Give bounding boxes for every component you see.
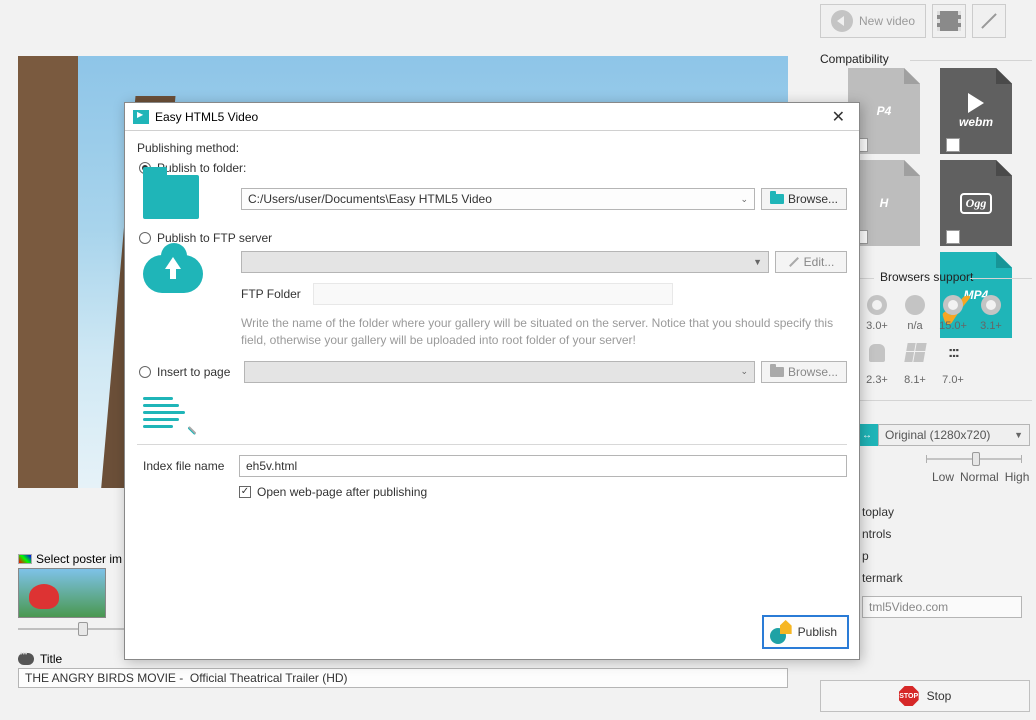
publish-folder-radio[interactable]: Publish to folder: (137, 161, 847, 175)
ie-icon (900, 292, 930, 317)
browser-icons-row-2: ::: (862, 340, 968, 365)
new-video-button[interactable]: New video (820, 4, 926, 38)
watermark-input[interactable] (862, 596, 1022, 618)
quality-slider[interactable] (926, 450, 1022, 460)
dialog-title-text: Easy HTML5 Video (155, 110, 258, 124)
quality-labels: Low Normal High (932, 470, 1029, 484)
browse-page-button: Browse... (761, 361, 847, 383)
film-icon (940, 11, 958, 31)
select-poster-label: Select poster im (36, 552, 122, 566)
title-chip-icon (18, 653, 34, 665)
autoplay-option[interactable]: toplay (862, 505, 903, 519)
title-label: Title (40, 652, 62, 666)
browse-folder-button[interactable]: Browse... (761, 188, 847, 210)
title-input[interactable] (18, 668, 788, 688)
browsers-support-label: Browsers support (880, 270, 973, 284)
compatibility-label: Compatibility (820, 52, 889, 66)
index-file-label: Index file name (143, 459, 233, 473)
pen-icon (981, 13, 997, 29)
film-button[interactable] (932, 4, 966, 38)
publish-icon (770, 620, 792, 644)
options-column: toplay ntrols p termark (862, 505, 903, 585)
title-label-row: Title (18, 652, 62, 666)
folder-icon (143, 175, 199, 219)
ftp-combo: ▼ (241, 251, 769, 273)
publish-ftp-radio[interactable]: Publish to FTP server (137, 231, 847, 245)
app-icon (133, 110, 149, 124)
format-webm-checkbox[interactable] (946, 138, 960, 152)
dialog-titlebar[interactable]: Easy HTML5 Video ✕ (125, 103, 859, 131)
publish-button[interactable]: Publish (762, 615, 849, 649)
insert-to-page-label: Insert to page (157, 365, 230, 379)
arrow-left-icon (831, 10, 853, 32)
new-video-label: New video (859, 14, 915, 28)
browser-icons-row-1 (862, 292, 1006, 317)
opera-icon (938, 292, 968, 317)
cloud-upload-icon (143, 255, 203, 293)
open-after-label: Open web-page after publishing (257, 485, 427, 499)
mini-folder-icon-disabled (770, 367, 784, 377)
pencil-icon (789, 257, 799, 267)
safari-icon (976, 292, 1006, 317)
format-ogg-checkbox[interactable] (946, 230, 960, 244)
size-combo[interactable]: Original (1280x720)▼ (878, 424, 1030, 446)
insert-page-combo: ⌄ (244, 361, 755, 383)
open-after-checkbox-row[interactable]: ✓ Open web-page after publishing (137, 485, 847, 499)
chrome-icon (862, 292, 892, 317)
stop-label: Stop (927, 689, 952, 703)
format-webm[interactable]: webm (936, 68, 1016, 154)
select-poster-row: Select poster im (18, 552, 122, 566)
close-icon[interactable]: ✕ (826, 107, 851, 127)
publish-folder-label: Publish to folder: (157, 161, 246, 175)
page-lines-icon (143, 389, 193, 432)
poster-thumb[interactable] (18, 568, 106, 618)
android-icon (862, 340, 892, 365)
size-row: ↔ Original (1280x720)▼ (856, 424, 1030, 446)
ftp-help-text: Write the name of the folder where your … (241, 315, 847, 349)
open-after-checkbox[interactable]: ✓ (239, 486, 251, 498)
loop-option[interactable]: p (862, 549, 903, 563)
windows-icon (900, 340, 930, 365)
watermark-option[interactable]: termark (862, 571, 903, 585)
ftp-edit-button[interactable]: Edit... (775, 251, 847, 273)
publish-dialog: Easy HTML5 Video ✕ Publishing method: Pu… (124, 102, 860, 660)
publishing-method-label: Publishing method: (137, 141, 847, 155)
stop-button[interactable]: STOP Stop (820, 680, 1030, 712)
index-file-input[interactable] (239, 455, 847, 477)
ftp-folder-label: FTP Folder (241, 287, 301, 301)
mini-folder-icon (770, 194, 784, 204)
slider-handle[interactable] (78, 622, 88, 636)
folder-path-combo[interactable]: C:/Users/user/Documents\Easy HTML5 Video… (241, 188, 755, 210)
browser-ver-row-2: 2.3+ 8.1+ 7.0+ (862, 374, 968, 386)
stop-icon: STOP (899, 686, 919, 706)
quality-slider-handle[interactable] (972, 452, 980, 466)
pen-button[interactable] (972, 4, 1006, 38)
blackberry-icon: ::: (938, 340, 968, 365)
controls-option[interactable]: ntrols (862, 527, 903, 541)
publish-label: Publish (798, 625, 837, 639)
insert-to-page-radio[interactable]: Insert to page ⌄ Browse... (137, 361, 847, 383)
format-ogg[interactable]: Ogg (936, 160, 1016, 246)
poster-color-icon (18, 554, 32, 564)
browser-ver-row-1: 3.0+ n/a 15.0+ 3.1+ (862, 320, 1006, 332)
ftp-folder-input (313, 283, 673, 305)
